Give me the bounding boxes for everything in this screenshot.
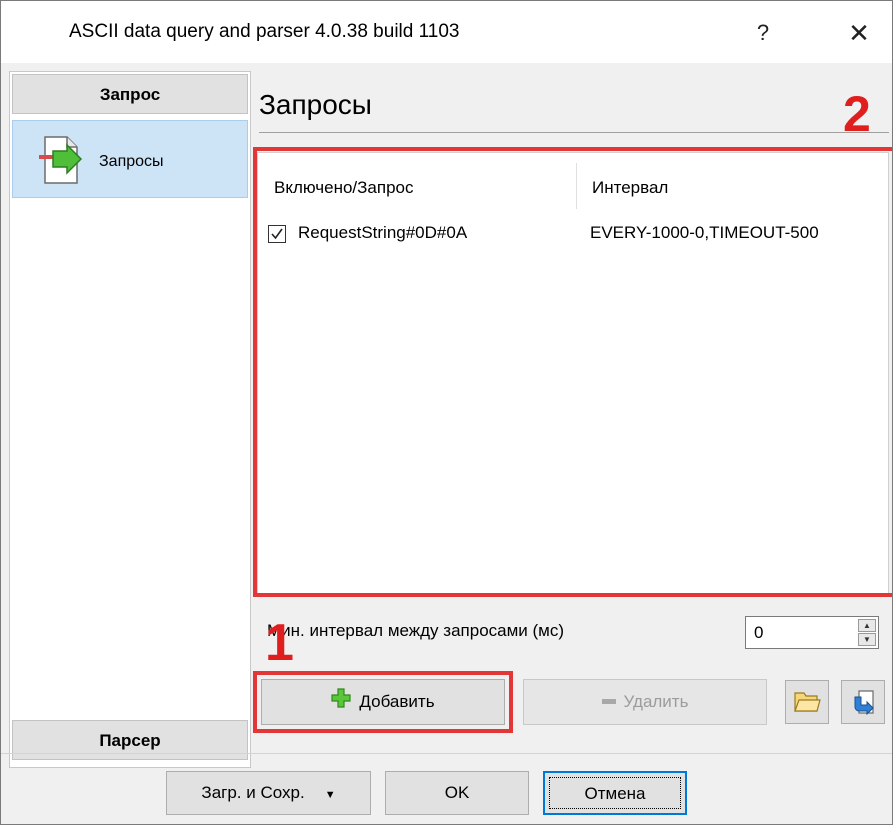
delete-button-label: Удалить [623, 692, 689, 711]
import-icon [854, 690, 874, 716]
sidebar-item-requests[interactable]: Запросы [12, 120, 248, 198]
sidebar-section-request[interactable]: Запрос [12, 74, 248, 114]
load-save-dropdown[interactable]: Загр. и Сохр. ▼ [166, 771, 371, 815]
sidebar-item-label: Запросы [99, 153, 164, 170]
page-title: Запросы [259, 89, 372, 120]
annotation-marker-2: 2 [843, 86, 871, 142]
min-interval-value[interactable]: 0 [754, 623, 763, 643]
minus-icon [601, 698, 616, 704]
import-button[interactable] [841, 680, 885, 724]
dialog-window: ASCII data query and parser 4.0.38 build… [0, 0, 893, 825]
document-arrow-icon [37, 135, 85, 185]
min-interval-spinner[interactable]: 0 ▲ ▼ [745, 616, 879, 649]
delete-button[interactable]: Удалить [523, 679, 767, 725]
window-title: ASCII data query and parser 4.0.38 build… [69, 21, 460, 42]
ok-button[interactable]: OK [385, 771, 529, 815]
spinner-up-icon[interactable]: ▲ [858, 619, 876, 632]
cancel-button[interactable]: Отмена [543, 771, 687, 815]
min-interval-label: Мин. интервал между запросами (мс) [267, 621, 565, 640]
chevron-down-icon: ▼ [324, 789, 336, 801]
focus-rectangle [549, 777, 681, 809]
spinner-down-icon[interactable]: ▼ [858, 633, 876, 646]
folder-open-icon [794, 692, 821, 712]
footer-divider [1, 753, 892, 754]
sidebar-section-parser[interactable]: Парсер [12, 720, 248, 760]
open-folder-button[interactable] [785, 680, 829, 724]
spinner-buttons: ▲ ▼ [858, 619, 876, 646]
help-button[interactable]: ? [743, 13, 783, 53]
title-bar: ASCII data query and parser 4.0.38 build… [1, 1, 892, 63]
annotation-highlight-table [253, 147, 892, 597]
sidebar: Запрос Запросы Парсер [9, 71, 251, 768]
close-button[interactable]: ✕ [839, 13, 879, 53]
annotation-marker-1: 1 [265, 614, 294, 672]
title-divider [259, 132, 889, 133]
annotation-highlight-add [253, 671, 513, 733]
load-save-label: Загр. и Сохр. [201, 783, 305, 802]
